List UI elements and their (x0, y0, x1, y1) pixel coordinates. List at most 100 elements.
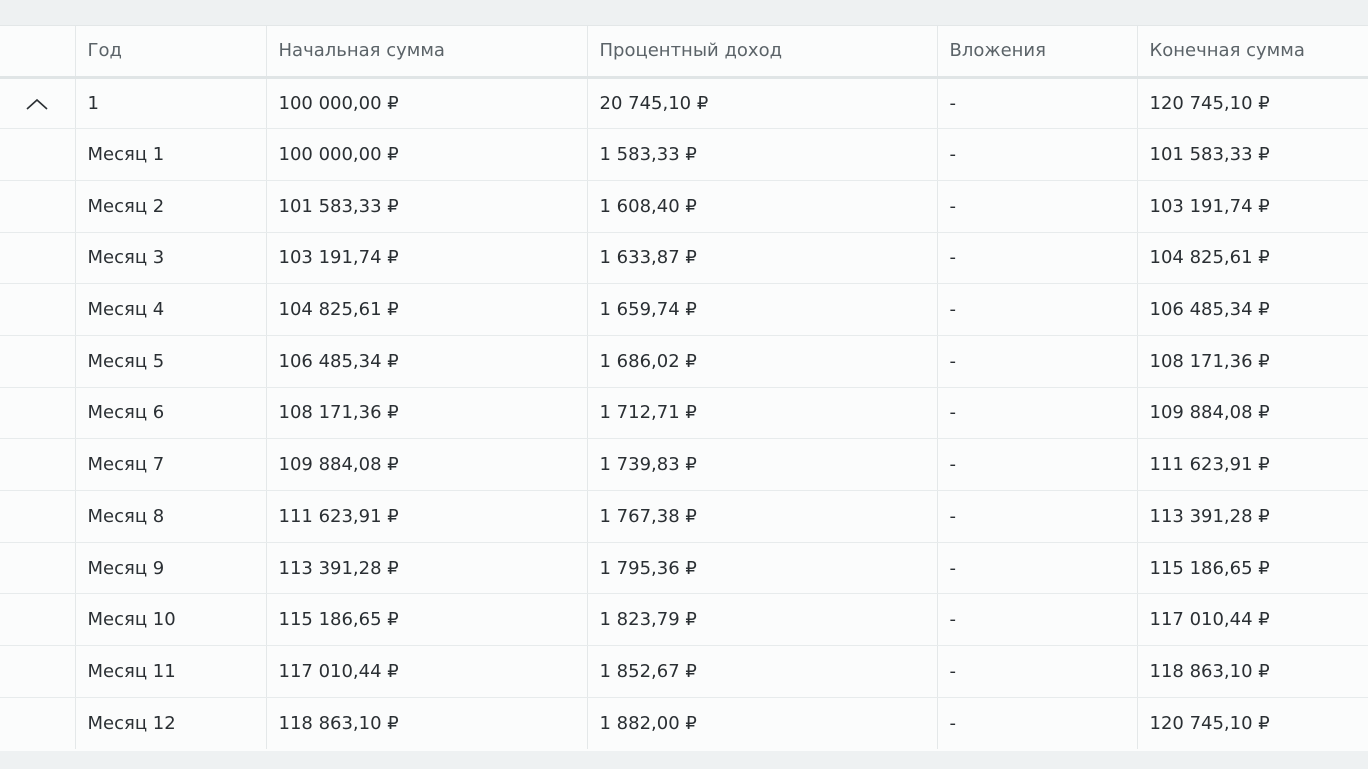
toggle-spacer (0, 490, 75, 543)
header-interest-income: Процентный доход (586, 26, 937, 79)
table-header: Год Начальная сумма Процентный доход Вло… (0, 26, 1368, 79)
toggle-spacer (0, 542, 75, 595)
year-cell: 1 (74, 77, 266, 130)
month-label-cell: Месяц 11 (74, 645, 266, 698)
interest-cell: 1 712,71 ₽ (586, 387, 937, 440)
end-cell: 106 485,34 ₽ (1136, 283, 1368, 336)
start-cell: 106 485,34 ₽ (265, 335, 587, 388)
start-cell: 100 000,00 ₽ (265, 128, 587, 181)
interest-cell: 1 795,36 ₽ (586, 542, 937, 595)
month-label-cell: Месяц 7 (74, 438, 266, 491)
toggle-spacer (0, 128, 75, 181)
month-label-cell: Месяц 12 (74, 697, 266, 749)
start-cell: 103 191,74 ₽ (265, 232, 587, 285)
interest-cell: 1 583,33 ₽ (586, 128, 937, 181)
month-label-cell: Месяц 8 (74, 490, 266, 543)
end-cell: 117 010,44 ₽ (1136, 593, 1368, 647)
deposits-cell: - (936, 335, 1137, 388)
deposits-cell: - (936, 283, 1137, 336)
table-row: Месяц 3 103 191,74 ₽1 633,87 ₽ -104 825,61… (0, 232, 1368, 285)
table-row: Месяц 5 106 485,34 ₽1 686,02 ₽ -108 171,36… (0, 335, 1368, 388)
toggle-spacer (0, 387, 75, 440)
deposits-cell: - (936, 490, 1137, 543)
chevron-up-icon[interactable] (26, 98, 48, 110)
header-row: Год Начальная сумма Процентный доход Вло… (0, 26, 1368, 79)
table-row: Месяц 11 117 010,44 ₽1 852,67 ₽ -118 863,1… (0, 645, 1368, 698)
end-cell: 118 863,10 ₽ (1136, 645, 1368, 698)
end-cell: 120 745,10 ₽ (1136, 697, 1368, 749)
end-cell: 108 171,36 ₽ (1136, 335, 1368, 388)
end-cell: 101 583,33 ₽ (1136, 128, 1368, 181)
start-cell: 104 825,61 ₽ (265, 283, 587, 336)
end-cell: 109 884,08 ₽ (1136, 387, 1368, 440)
end-cell: 111 623,91 ₽ (1136, 438, 1368, 491)
end-cell: 104 825,61 ₽ (1136, 232, 1368, 285)
deposits-cell: - (936, 180, 1137, 233)
deposits-cell: - (936, 697, 1137, 749)
table-row: Месяц 4 104 825,61 ₽1 659,74 ₽ -106 485,34… (0, 283, 1368, 336)
interest-cell: 1 882,00 ₽ (586, 697, 937, 749)
interest-cell: 20 745,10 ₽ (586, 77, 937, 130)
start-cell: 101 583,33 ₽ (265, 180, 587, 233)
start-cell: 100 000,00 ₽ (265, 77, 587, 130)
interest-cell: 1 633,87 ₽ (586, 232, 937, 285)
interest-cell: 1 686,02 ₽ (586, 335, 937, 388)
interest-cell: 1 739,83 ₽ (586, 438, 937, 491)
start-cell: 109 884,08 ₽ (265, 438, 587, 491)
toggle-spacer (0, 438, 75, 491)
table-row: Месяц 9 113 391,28 ₽1 795,36 ₽ -115 186,65… (0, 542, 1368, 595)
toggle-spacer (0, 335, 75, 388)
year-row[interactable]: 1 100 000,00 ₽ 20 745,10 ₽ - 120 745,10 … (0, 77, 1368, 130)
end-cell: 120 745,10 ₽ (1136, 77, 1368, 130)
end-cell: 113 391,28 ₽ (1136, 490, 1368, 543)
header-toggle (0, 26, 75, 79)
schedule-table-container: Год Начальная сумма Процентный доход Вло… (0, 25, 1368, 751)
header-end-amount: Конечная сумма (1136, 26, 1368, 79)
month-label-cell: Месяц 1 (74, 128, 266, 181)
month-label-cell: Месяц 3 (74, 232, 266, 285)
toggle-spacer (0, 697, 75, 749)
month-label-cell: Месяц 2 (74, 180, 266, 233)
deposits-cell: - (936, 387, 1137, 440)
start-cell: 118 863,10 ₽ (265, 697, 587, 749)
toggle-spacer (0, 283, 75, 336)
interest-cell: 1 852,67 ₽ (586, 645, 937, 698)
deposits-cell: - (936, 77, 1137, 130)
table-row: Месяц 10 115 186,65 ₽1 823,79 ₽ -117 010,4… (0, 593, 1368, 647)
table-body: 1 100 000,00 ₽ 20 745,10 ₽ - 120 745,10 … (0, 77, 1368, 749)
start-cell: 113 391,28 ₽ (265, 542, 587, 595)
month-label-cell: Месяц 9 (74, 542, 266, 595)
deposits-cell: - (936, 128, 1137, 181)
deposits-cell: - (936, 593, 1137, 647)
toggle-spacer (0, 645, 75, 698)
deposits-cell: - (936, 438, 1137, 491)
table-row: Месяц 7 109 884,08 ₽1 739,83 ₽ -111 623,91… (0, 438, 1368, 491)
header-deposits: Вложения (936, 26, 1137, 79)
start-cell: 108 171,36 ₽ (265, 387, 587, 440)
start-cell: 115 186,65 ₽ (265, 593, 587, 647)
interest-cell: 1 823,79 ₽ (586, 593, 937, 647)
start-cell: 111 623,91 ₽ (265, 490, 587, 543)
schedule-table: Год Начальная сумма Процентный доход Вло… (0, 26, 1368, 749)
interest-cell: 1 608,40 ₽ (586, 180, 937, 233)
month-label-cell: Месяц 5 (74, 335, 266, 388)
table-row: Месяц 6 108 171,36 ₽1 712,71 ₽ -109 884,08… (0, 387, 1368, 440)
month-label-cell: Месяц 6 (74, 387, 266, 440)
toggle-spacer (0, 232, 75, 285)
month-label-cell: Месяц 4 (74, 283, 266, 336)
toggle-spacer (0, 180, 75, 233)
start-cell: 117 010,44 ₽ (265, 645, 587, 698)
end-cell: 103 191,74 ₽ (1136, 180, 1368, 233)
month-label-cell: Месяц 10 (74, 593, 266, 647)
header-year: Год (74, 26, 266, 79)
deposits-cell: - (936, 232, 1137, 285)
deposits-cell: - (936, 645, 1137, 698)
year-toggle-button[interactable] (0, 77, 75, 130)
table-row: Месяц 2 101 583,33 ₽1 608,40 ₽ -103 191,74… (0, 180, 1368, 233)
interest-cell: 1 659,74 ₽ (586, 283, 937, 336)
interest-cell: 1 767,38 ₽ (586, 490, 937, 543)
table-row: Месяц 8 111 623,91 ₽1 767,38 ₽ -113 391,28… (0, 490, 1368, 543)
toggle-spacer (0, 593, 75, 647)
header-start-amount: Начальная сумма (265, 26, 587, 79)
end-cell: 115 186,65 ₽ (1136, 542, 1368, 595)
